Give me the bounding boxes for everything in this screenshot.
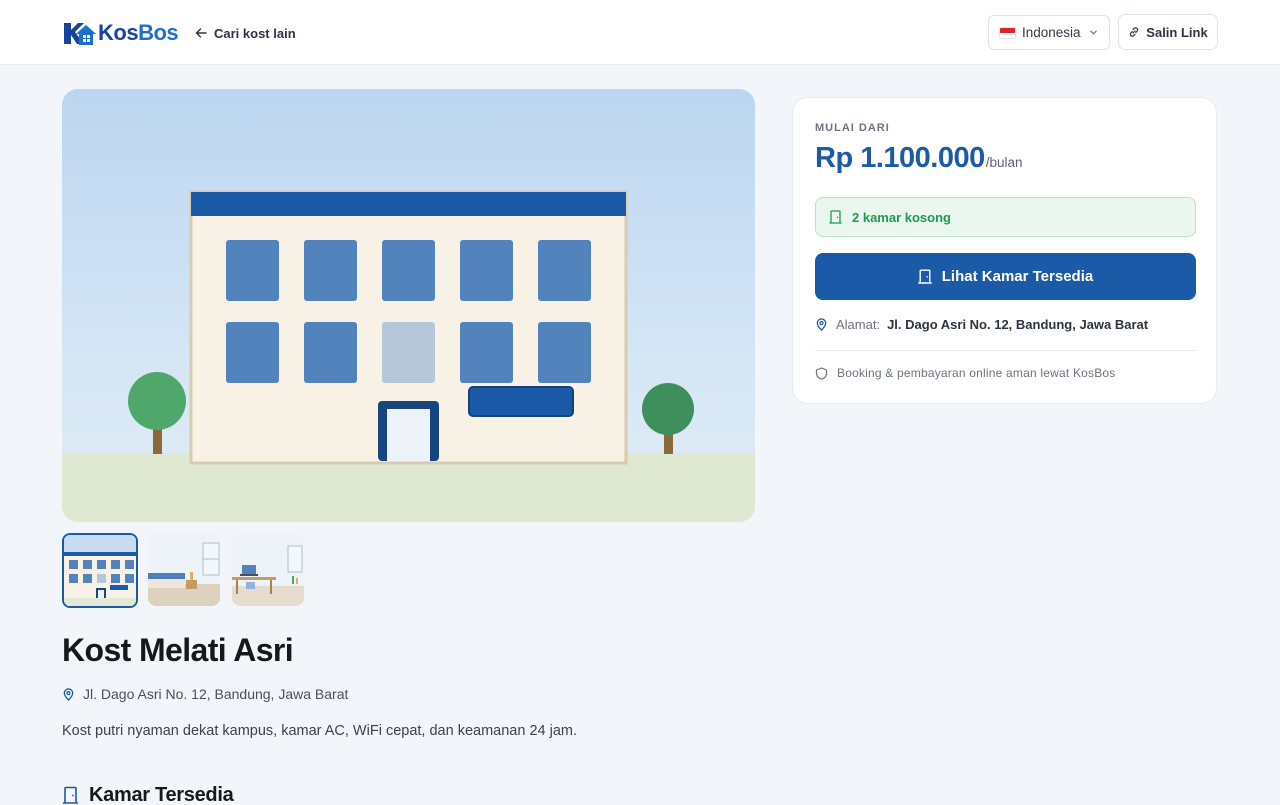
door-icon <box>62 786 79 804</box>
building-illustration <box>62 190 755 522</box>
language-label: Indonesia <box>1022 25 1081 40</box>
price-period: /bulan <box>985 155 1023 170</box>
address-label: Alamat: <box>836 316 881 332</box>
back-link-label: Cari kost lain <box>214 25 296 41</box>
gallery-thumbnail-bedroom[interactable] <box>148 534 220 606</box>
kost-address-text: Jl. Dago Asri No. 12, Bandung, Jawa Bara… <box>83 686 349 702</box>
house-logo-icon <box>64 23 96 45</box>
back-to-search-link[interactable]: Cari kost lain <box>195 24 296 42</box>
door-icon <box>829 210 842 224</box>
gallery-thumbnail-building[interactable] <box>62 533 138 608</box>
kost-title: Kost Melati Asri <box>62 632 294 668</box>
language-selector[interactable]: Indonesia <box>988 15 1110 50</box>
indonesia-flag-icon <box>999 26 1016 39</box>
shield-icon <box>815 366 828 380</box>
map-pin-icon <box>816 317 827 331</box>
thumbnail-desk-image <box>232 534 304 606</box>
copy-link-button[interactable]: Salin Link <box>1118 14 1218 50</box>
kosbos-logo[interactable]: KosBos <box>62 19 179 47</box>
main-gallery-image[interactable] <box>62 89 755 522</box>
arrow-left-icon <box>195 28 207 38</box>
thumbnail-bedroom-image <box>148 534 220 606</box>
top-navbar: KosBos Cari kost lain Indonesia Salin Li… <box>0 0 1280 65</box>
chevron-down-icon <box>1089 30 1097 35</box>
gallery-thumbnail-desk[interactable] <box>232 534 304 606</box>
price-row: Rp 1.100.000 /bulan <box>815 142 1023 175</box>
thumbnail-building-image <box>64 535 136 606</box>
rooms-section-heading: Kamar Tersedia <box>62 783 234 805</box>
price-caption: MULAI DARI <box>815 122 890 134</box>
card-address-row: Alamat: Jl. Dago Asri No. 12, Bandung, J… <box>815 315 1148 333</box>
cta-label: Lihat Kamar Tersedia <box>941 268 1094 285</box>
view-available-rooms-button[interactable]: Lihat Kamar Tersedia <box>815 253 1196 300</box>
link-icon <box>1130 27 1139 37</box>
address-value: Jl. Dago Asri No. 12, Bandung, Jawa Bara… <box>887 316 1149 332</box>
price-value: Rp 1.100.000 <box>815 142 985 174</box>
door-icon <box>917 269 932 284</box>
availability-text: 2 kamar kosong <box>852 209 951 225</box>
rooms-section-title: Kamar Tersedia <box>89 783 234 805</box>
copy-link-label: Salin Link <box>1146 24 1208 40</box>
kost-address: Jl. Dago Asri No. 12, Bandung, Jawa Bara… <box>62 685 348 703</box>
map-pin-icon <box>63 687 74 701</box>
secure-note: Booking & pembayaran online aman lewat K… <box>815 365 1116 381</box>
secure-note-text: Booking & pembayaran online aman lewat K… <box>837 366 1116 380</box>
kost-description: Kost putri nyaman dekat kampus, kamar AC… <box>62 723 577 739</box>
logo-text: KosBos <box>98 20 179 45</box>
booking-card: MULAI DARI Rp 1.100.000 /bulan 2 kamar k… <box>792 97 1217 404</box>
card-divider <box>815 350 1196 351</box>
availability-badge: 2 kamar kosong <box>815 197 1196 237</box>
